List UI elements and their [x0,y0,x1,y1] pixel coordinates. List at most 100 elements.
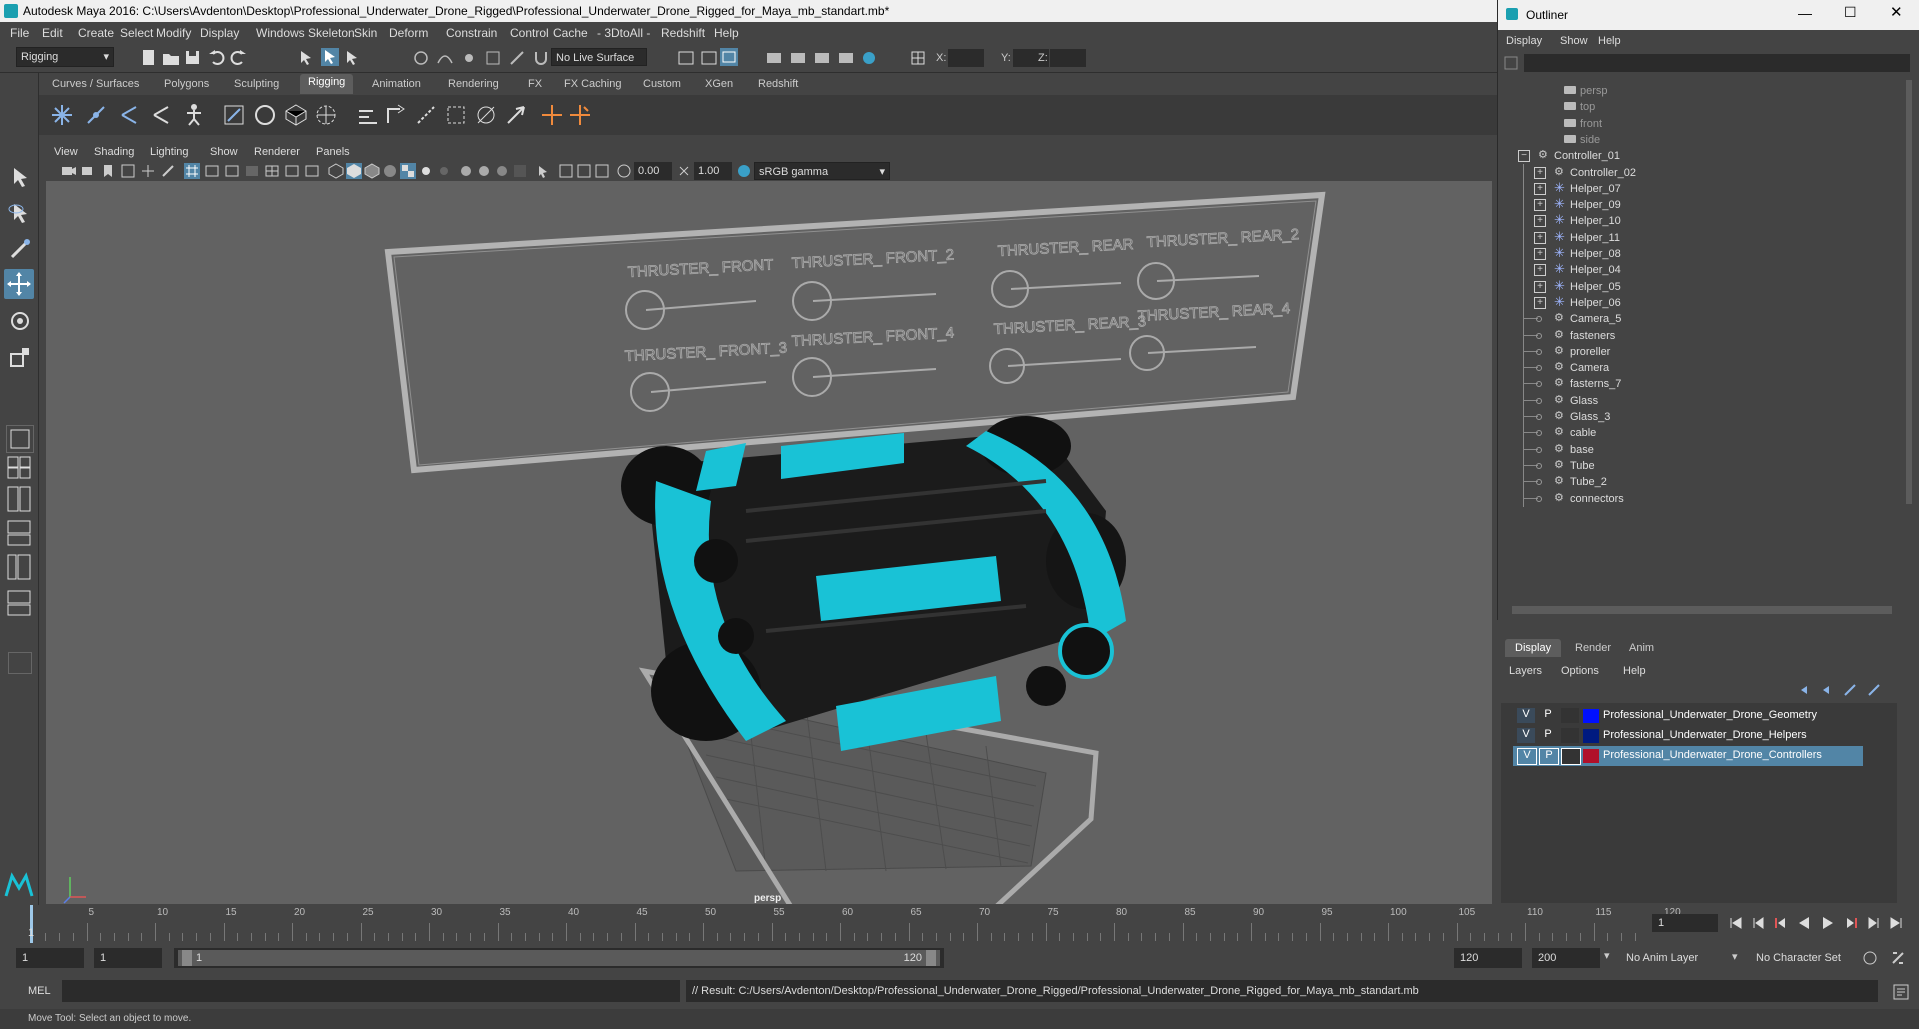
shelf-tab-rigging[interactable]: Rigging [300,74,354,94]
new-layer-selected-icon[interactable] [1867,683,1883,697]
menu-help[interactable]: Help [714,26,739,40]
menu-cache[interactable]: Cache [553,26,588,40]
expand-icon[interactable]: + [1534,199,1546,212]
playback-start-field[interactable]: 1 [94,948,162,968]
snap-view-plane-icon[interactable] [484,49,502,67]
redo-icon[interactable] [230,49,248,67]
outliner-menu-help[interactable]: Help [1598,35,1621,47]
depth-of-field-icon[interactable] [512,163,528,179]
expand-icon[interactable]: + [1534,166,1546,179]
layer-row[interactable]: V P Professional_Underwater_Drone_Geometry [1513,706,1863,726]
layout-outliner-icon[interactable] [6,519,32,549]
live-surface-field[interactable]: No Live Surface [551,48,647,66]
range-left-grip[interactable] [182,950,192,966]
layer-type-toggle[interactable] [1561,748,1581,765]
humanik-icon[interactable] [182,103,206,127]
exposure-icon[interactable] [616,163,632,179]
layer-visibility-toggle[interactable]: V [1517,728,1535,743]
open-scene-icon[interactable] [162,49,180,67]
outliner-filter-input[interactable] [1524,54,1910,72]
render-settings-icon[interactable] [813,49,831,67]
layer-menu-layers[interactable]: Layers [1509,665,1542,677]
range-slider[interactable]: 1 120 [174,948,944,968]
move-tool-button[interactable] [4,269,34,299]
magnet-icon[interactable] [532,49,550,67]
outliner-horizontal-scrollbar[interactable] [1512,606,1892,614]
range-slider-handle[interactable]: 1 120 [178,950,940,966]
shelf-tab-sculpting[interactable]: Sculpting [234,78,279,90]
layer-menu-options[interactable]: Options [1561,665,1599,677]
shelf-tab-fx[interactable]: FX [528,78,542,90]
menu-select[interactable]: Select [120,26,153,40]
expand-icon[interactable]: + [1534,248,1546,260]
layer-tab-render[interactable]: Render [1565,639,1621,657]
mode-selector[interactable]: Rigging ▾ [16,47,114,67]
cluster-icon[interactable] [314,103,338,127]
outliner-item-connectors[interactable]: ⚙ connectors [1498,489,1888,510]
shelf-tab-curves-surfaces[interactable]: Curves / Surfaces [52,78,139,90]
snap-curve-icon[interactable] [436,49,454,67]
lattice-icon[interactable] [284,103,308,127]
close-icon[interactable]: ✕ [1890,3,1903,21]
viewport-menu-view[interactable]: View [54,146,78,158]
new-layer-icon[interactable] [1843,683,1859,697]
hypershade-icon[interactable] [837,49,855,67]
expand-icon[interactable]: + [1534,296,1546,309]
snap-point-icon[interactable] [460,49,478,67]
layer-type-toggle[interactable] [1561,708,1579,723]
pole-vector-icon[interactable] [568,103,592,127]
expand-icon[interactable]: + [1534,231,1546,244]
safe-title-icon[interactable] [304,163,320,179]
maximize-icon[interactable]: ☐ [1844,4,1857,21]
outliner-menu-show[interactable]: Show [1560,35,1588,47]
menu-skeleton[interactable]: Skeleton [308,26,355,40]
step-forward-key-icon[interactable] [1844,915,1860,931]
color-management-icon[interactable] [736,163,752,179]
smooth-shade-icon[interactable] [346,163,362,179]
textured-icon[interactable] [400,163,416,179]
exposure-field[interactable]: 0.00 [634,162,672,180]
viewport-menu-renderer[interactable]: Renderer [254,146,300,158]
safe-action-icon[interactable] [284,163,300,179]
outliner-vertical-scrollbar[interactable] [1906,80,1912,504]
rotate-tool-icon[interactable] [8,309,32,333]
xray-active-icon[interactable] [576,163,592,179]
wireframe-on-shaded-icon[interactable] [364,163,380,179]
orient-constraint-icon[interactable] [474,103,498,127]
character-set-selector[interactable]: No Character Set [1750,948,1858,968]
image-plane-icon[interactable] [120,163,136,179]
layer-tab-display[interactable]: Display [1505,639,1562,657]
menu-3dtoall[interactable]: - 3DtoAll - [597,26,650,40]
select-object-icon[interactable] [321,48,339,66]
render-view-icon[interactable] [720,48,738,66]
menu-file[interactable]: File [10,26,29,40]
locator-icon[interactable] [540,103,564,127]
move-layer-up-icon[interactable] [1797,683,1813,697]
isolate-select-icon[interactable] [536,163,552,179]
viewport-menu-show[interactable]: Show [210,146,238,158]
menu-edit[interactable]: Edit [42,26,63,40]
layout-hypershade-icon[interactable] [6,589,32,619]
bookmark-icon[interactable] [100,163,116,179]
range-right-grip[interactable] [926,950,936,966]
underwater-drone-model[interactable] [621,416,1126,751]
viewport-menu-lighting[interactable]: Lighting [150,146,189,158]
shelf-tab-custom[interactable]: Custom [643,78,681,90]
ik-handle-icon[interactable] [356,103,380,127]
color-space-selector[interactable]: sRGB gamma ▾ [754,162,890,180]
menu-modify[interactable]: Modify [156,26,191,40]
viewport-menu-panels[interactable]: Panels [316,146,350,158]
ik-spline-icon[interactable] [384,103,408,127]
lasso-tool-icon[interactable] [8,201,32,225]
collapse-icon[interactable]: − [1518,150,1530,163]
shelf-tab-xgen[interactable]: XGen [705,78,733,90]
grease-pencil-icon[interactable] [160,163,176,179]
film-gate-icon[interactable] [204,163,220,179]
z-field[interactable] [1050,49,1086,67]
time-slider[interactable]: 5 10 15 20 25 30 35 40 45 50 55 60 65 70 75 80 85 90 95 100… [0,905,1919,945]
select-tool-icon[interactable] [8,165,32,189]
input-output-icon[interactable] [677,49,695,67]
script-language-label[interactable]: MEL [28,985,51,997]
slider-thruster-front[interactable] [625,290,665,330]
step-back-key-icon[interactable] [1772,915,1788,931]
